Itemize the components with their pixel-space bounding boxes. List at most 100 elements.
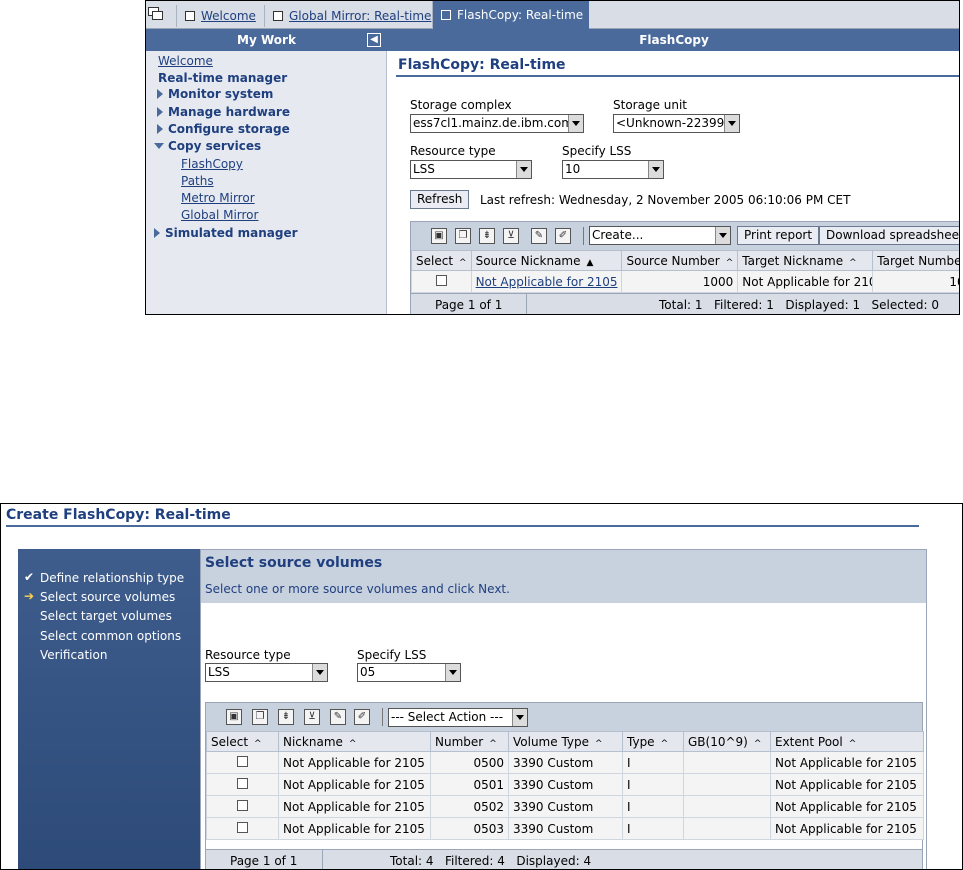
edit-sort-icon[interactable]: ✎ [330,709,346,725]
action-select[interactable]: Create... [589,226,731,245]
wizard-step-verification[interactable]: Verification [40,648,107,662]
sidebar-item-copy-services[interactable]: Copy services [154,139,261,153]
print-report-button[interactable]: Print report [737,226,820,245]
column-label: GB(10^9) [688,734,748,749]
my-work-header: My Work ◀ [146,29,387,51]
sidebar-item-configure-storage[interactable]: Configure storage [157,122,290,136]
select-all-icon[interactable]: ▣ [226,709,242,725]
column-header-target-number[interactable]: Target Number^ [872,250,959,271]
sidebar-item-monitor-system[interactable]: Monitor system [157,87,273,101]
table-footer: Page 1 of 1 Total: 1 Filtered: 1 Display… [411,293,959,314]
select-cell [411,270,472,293]
clear-sort-icon[interactable]: ✐ [354,709,370,725]
toolbar-divider [583,227,584,245]
toolbar-divider [382,708,383,726]
wizard-step-select-target[interactable]: Select target volumes [40,609,172,623]
wizard-step-define-relationship[interactable]: Define relationship type [40,571,184,585]
show-filter-icon[interactable]: ⇟ [479,228,495,244]
page-indicator: Page 1 of 1 [435,298,503,312]
edit-sort-icon[interactable]: ✎ [531,228,547,244]
nickname-cell: Not Applicable for 2105 [278,795,431,818]
extent-pool-cell: Not Applicable for 2105 [770,795,924,818]
sidebar-item-paths[interactable]: Paths [181,174,214,188]
storage-complex-label: Storage complex [410,98,512,112]
storage-complex-select[interactable]: ess7cl1.mainz.de.ibm.com [410,114,584,133]
table-row: Not Applicable for 2105 0501 3390 Custom… [206,773,924,796]
sidebar-item-label: Copy services [168,139,262,153]
target-number-cell: 1001 [872,270,959,293]
chevron-down-icon [445,664,460,681]
number-cell: 0501 [430,773,509,796]
action-select-value: Create... [592,228,644,242]
show-filter-icon[interactable]: ⇟ [278,709,294,725]
select-action-dropdown[interactable]: --- Select Action --- [388,708,528,727]
source-nickname-link[interactable]: Not Applicable for 2105 [476,275,618,289]
wizard-step-select-source[interactable]: Select source volumes [40,590,175,604]
deselect-all-icon[interactable]: ❐ [252,709,268,725]
column-label: Type [627,734,655,749]
resource-type-select[interactable]: LSS [410,160,532,179]
clear-filter-icon[interactable]: ⊻ [304,709,320,725]
specify-lss-value: 10 [565,162,581,176]
sidebar-item-global-mirror[interactable]: Global Mirror [181,208,258,222]
column-header-type[interactable]: Type ^ [622,731,684,752]
table-header-row: Select ^ Nickname ^ Number ^ Volume Type ^ T… [206,731,924,752]
column-header-target-nickname[interactable]: Target Nickname ^ [737,250,874,271]
download-spreadsheet-button[interactable]: Download spreadsheet [819,226,959,245]
type-cell: I [622,795,684,818]
windows-icon[interactable] [148,7,164,21]
tab-global-mirror[interactable]: Global Mirror: Real-time [264,5,437,27]
extent-pool-cell: Not Applicable for 2105 [770,751,924,774]
column-header-source-nickname[interactable]: Source Nickname ▲ [470,250,623,271]
volume-type-cell: 3390 Custom [508,795,623,818]
column-header-volume-type[interactable]: Volume Type ^ [508,731,623,752]
expand-icon [157,124,163,134]
storage-unit-value: <Unknown-22399> [616,116,735,130]
chevron-down-icon [516,161,531,178]
nickname-cell: Not Applicable for 2105 [278,773,431,796]
column-header-gb[interactable]: GB(10^9) ^ [683,731,771,752]
column-header-number[interactable]: Number ^ [430,731,509,752]
flashcopy-realtime-window: Welcome Global Mirror: Real-time FlashCo… [145,0,960,315]
collapse-arrow-icon [154,143,164,149]
tab-welcome[interactable]: Welcome [176,5,262,27]
tab-flashcopy[interactable]: FlashCopy: Real-time [432,1,590,29]
row-checkbox[interactable] [237,777,248,789]
column-header-select[interactable]: Select ^ [411,250,472,271]
row-checkbox[interactable] [237,821,248,833]
column-header-nickname[interactable]: Nickname ^ [278,731,431,752]
storage-unit-select[interactable]: <Unknown-22399> [613,114,740,133]
my-work-title: My Work [237,33,296,47]
sidebar-item-realtime-manager[interactable]: Real-time manager [158,71,287,85]
clear-sort-icon[interactable]: ✐ [555,228,571,244]
column-label: Extent Pool [775,734,843,749]
deselect-all-icon[interactable]: ❐ [455,228,471,244]
chevron-down-icon [648,161,663,178]
refresh-button[interactable]: Refresh [410,190,470,209]
resource-type-select[interactable]: LSS [205,663,328,682]
select-all-icon[interactable]: ▣ [431,228,447,244]
row-checkbox[interactable] [237,755,248,767]
specify-lss-select[interactable]: 05 [357,663,461,682]
sidebar-item-flashcopy[interactable]: FlashCopy [181,157,243,171]
chevron-down-icon [724,115,739,132]
nickname-cell: Not Applicable for 2105 [278,751,431,774]
column-header-source-number[interactable]: Source Number ^ [621,250,739,271]
table-header-row: Select ^ Source Nickname ▲ Source Number ^ … [411,250,959,271]
source-nickname-cell[interactable]: Not Applicable for 2105 [470,270,623,293]
sort-icon: ^ [254,738,262,749]
sidebar-item-label: Simulated manager [165,226,298,240]
specify-lss-select[interactable]: 10 [562,160,664,179]
column-header-extent-pool[interactable]: Extent Pool ^ [770,731,924,752]
collapse-icon[interactable]: ◀ [367,33,381,47]
sidebar-item-manage-hardware[interactable]: Manage hardware [157,105,290,119]
sidebar-item-welcome[interactable]: Welcome [158,54,213,68]
clear-filter-icon[interactable]: ⊻ [503,228,519,244]
wizard-step-common-options[interactable]: Select common options [40,629,181,643]
row-checkbox[interactable] [435,274,447,286]
column-header-select[interactable]: Select ^ [206,731,279,752]
sidebar-item-metro-mirror[interactable]: Metro Mirror [181,191,255,205]
sidebar-item-simulated-manager[interactable]: Simulated manager [154,226,298,240]
row-checkbox[interactable] [237,799,248,811]
resource-type-value: LSS [413,162,435,176]
